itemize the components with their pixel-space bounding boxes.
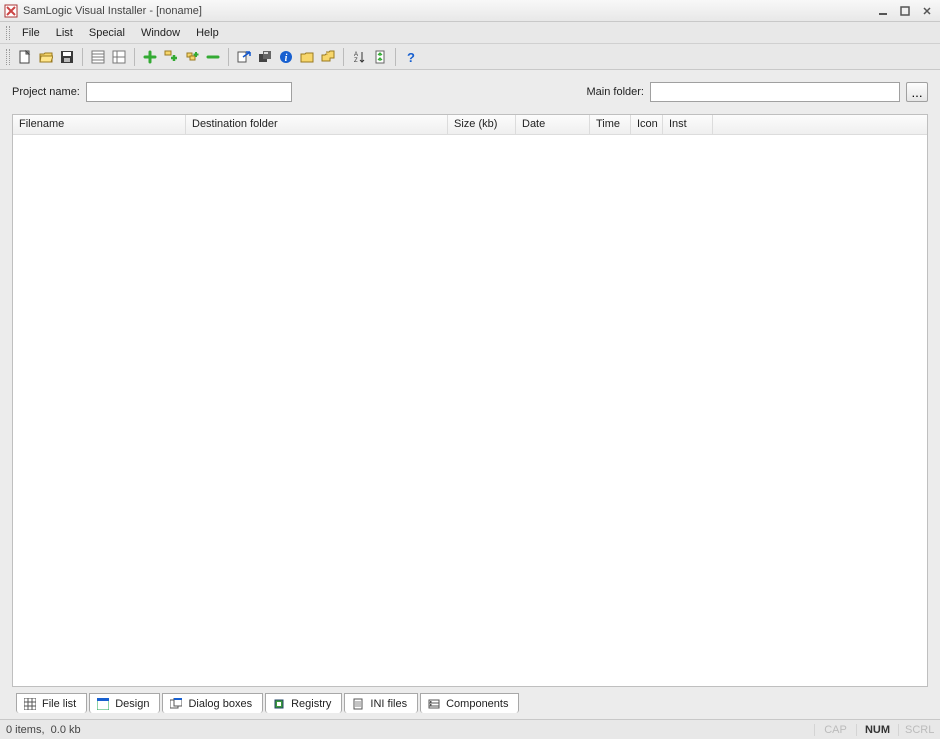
list-body[interactable] [13, 135, 927, 686]
sort-toggle-icon[interactable] [371, 48, 389, 66]
list-header: Filename Destination folder Size (kb) Da… [13, 115, 927, 135]
add-file-icon[interactable] [141, 48, 159, 66]
folder-icon[interactable] [298, 48, 316, 66]
maximize-button[interactable] [896, 4, 914, 18]
main-folder-input[interactable] [650, 82, 900, 102]
menu-list[interactable]: List [48, 25, 81, 41]
tab-label: INI files [370, 698, 407, 710]
page-layout-icon[interactable] [110, 48, 128, 66]
window-title: SamLogic Visual Installer - [noname] [23, 5, 874, 17]
status-cap: CAP [814, 724, 850, 736]
form-properties-icon[interactable] [89, 48, 107, 66]
menu-special[interactable]: Special [81, 25, 133, 41]
col-size[interactable]: Size (kb) [448, 115, 516, 134]
col-filename[interactable]: Filename [13, 115, 186, 134]
grid-icon [23, 697, 37, 711]
toolbar-sep [228, 48, 229, 66]
tab-label: File list [42, 698, 76, 710]
add-tree-icon[interactable] [162, 48, 180, 66]
toolbar-sep [395, 48, 396, 66]
col-icon[interactable]: Icon [631, 115, 663, 134]
disk-dup-icon[interactable] [256, 48, 274, 66]
status-size-text: 0.0 kb [51, 724, 81, 736]
ini-icon [351, 697, 365, 711]
content-area: Project name: Main folder: ... Filename … [0, 70, 940, 719]
window-icon [96, 697, 110, 711]
tab-label: Design [115, 698, 149, 710]
project-name-input[interactable] [86, 82, 292, 102]
info-icon[interactable]: i [277, 48, 295, 66]
svg-text:?: ? [407, 50, 415, 64]
close-button[interactable] [918, 4, 936, 18]
new-file-icon[interactable] [16, 48, 34, 66]
menu-file[interactable]: File [14, 25, 48, 41]
tab-registry[interactable]: Registry [265, 693, 342, 713]
sort-asc-icon[interactable]: AZ [350, 48, 368, 66]
bottom-tabs: File list Design Dialog boxes Registry I… [12, 691, 928, 713]
col-time[interactable]: Time [590, 115, 631, 134]
window-controls [874, 4, 936, 18]
col-date[interactable]: Date [516, 115, 590, 134]
status-scrl: SCRL [898, 724, 934, 736]
app-icon [4, 4, 18, 18]
tab-file-list[interactable]: File list [16, 693, 87, 713]
col-inst[interactable]: Inst [663, 115, 713, 134]
menu-window[interactable]: Window [133, 25, 188, 41]
launch-icon[interactable] [235, 48, 253, 66]
help-icon[interactable]: ? [402, 48, 420, 66]
browse-button[interactable]: ... [906, 82, 928, 102]
status-items-text: 0 items, [6, 724, 45, 736]
toolbar-grip [6, 49, 10, 65]
tab-label: Registry [291, 698, 331, 710]
open-file-icon[interactable] [37, 48, 55, 66]
col-spacer [713, 115, 927, 134]
dialogs-icon [169, 697, 183, 711]
status-bar: 0 items, 0.0 kb CAP NUM SCRL [0, 719, 940, 739]
registry-icon [272, 697, 286, 711]
status-items: 0 items, 0.0 kb [6, 724, 81, 736]
toolbar-sep [343, 48, 344, 66]
col-destination[interactable]: Destination folder [186, 115, 448, 134]
browse-button-label: ... [911, 85, 922, 100]
title-bar: SamLogic Visual Installer - [noname] [0, 0, 940, 22]
menubar-grip [6, 26, 10, 40]
tab-dialog-boxes[interactable]: Dialog boxes [162, 693, 263, 713]
tab-components[interactable]: Components [420, 693, 519, 713]
toolbar: i AZ ? [0, 44, 940, 70]
tab-ini-files[interactable]: INI files [344, 693, 418, 713]
fields-row: Project name: Main folder: ... [12, 82, 928, 102]
tab-label: Components [446, 698, 508, 710]
menu-help[interactable]: Help [188, 25, 227, 41]
toolbar-sep [82, 48, 83, 66]
components-icon [427, 697, 441, 711]
tab-design[interactable]: Design [89, 693, 160, 713]
minimize-button[interactable] [874, 4, 892, 18]
main-folder-label: Main folder: [587, 86, 644, 98]
toolbar-sep [134, 48, 135, 66]
add-files-icon[interactable] [183, 48, 201, 66]
save-file-icon[interactable] [58, 48, 76, 66]
svg-text:Z: Z [354, 58, 358, 64]
file-list-view[interactable]: Filename Destination folder Size (kb) Da… [12, 114, 928, 687]
copy-folder-icon[interactable] [319, 48, 337, 66]
tab-label: Dialog boxes [188, 698, 252, 710]
svg-text:i: i [285, 53, 288, 64]
remove-icon[interactable] [204, 48, 222, 66]
project-name-label: Project name: [12, 86, 80, 98]
status-num: NUM [856, 724, 892, 736]
menu-bar: File List Special Window Help [0, 22, 940, 44]
